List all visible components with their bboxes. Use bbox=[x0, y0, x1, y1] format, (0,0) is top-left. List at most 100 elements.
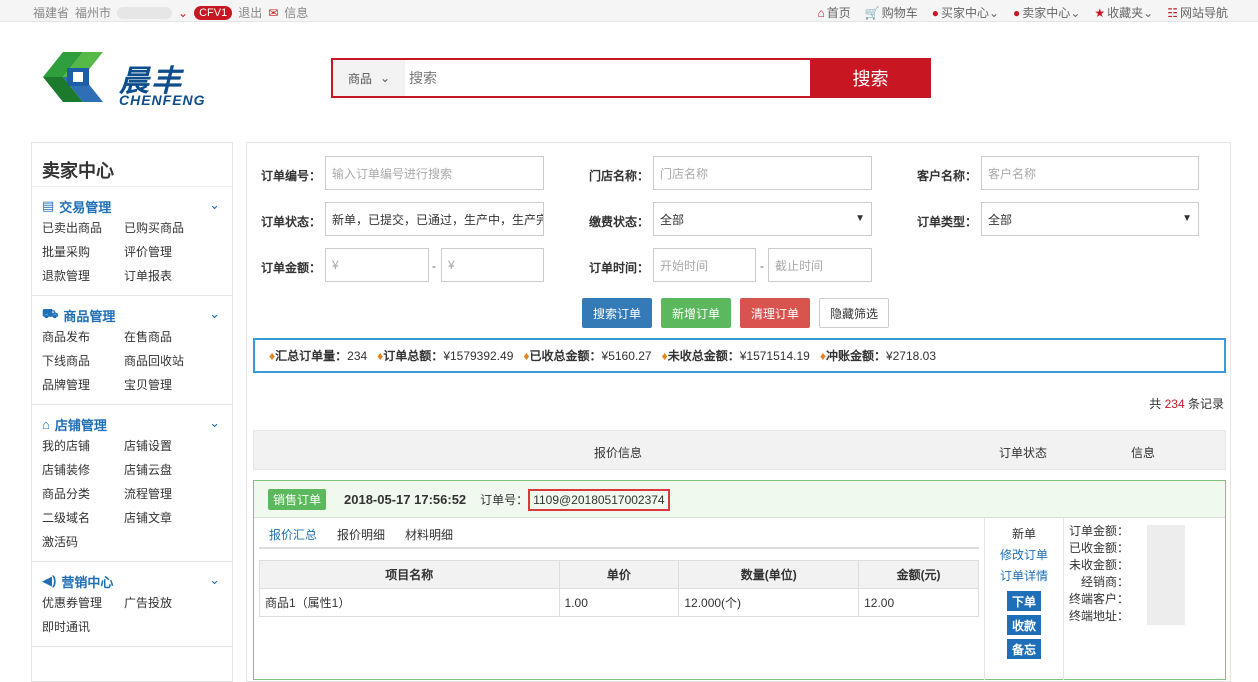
order-info: 订单金额： 已收金额： 未收金额： 经销商： 终端客户： 终端地址： bbox=[1069, 523, 1219, 625]
sidebar-group-title[interactable]: ⛟ 商品管理 ⌄ bbox=[42, 306, 232, 324]
sidebar: 卖家中心 ▤ 交易管理 ⌄ 已卖出商品 已购买商品 批量采购 评价管理 退款管理 订… bbox=[31, 142, 233, 682]
column-header: 单价 bbox=[558, 560, 680, 589]
sidebar-item[interactable]: 商品分类 bbox=[42, 485, 124, 503]
search-button[interactable]: 搜索 bbox=[810, 58, 931, 98]
info-label: 终端地址： bbox=[1069, 609, 1130, 623]
sidebar-item[interactable]: 广告投放 bbox=[124, 594, 206, 612]
logo-mark-icon bbox=[43, 52, 103, 102]
info-label: 未收金额： bbox=[1069, 558, 1130, 572]
sidebar-group-title[interactable]: ▤ 交易管理 ⌄ bbox=[42, 197, 232, 215]
type-select[interactable]: 全部 ▼ bbox=[981, 202, 1199, 236]
user-icon: ● bbox=[1013, 6, 1021, 20]
search-order-button[interactable]: 搜索订单 bbox=[582, 298, 652, 328]
message-link[interactable]: 信息 bbox=[284, 4, 308, 21]
sidebar-item[interactable]: 二级域名 bbox=[42, 509, 124, 527]
sidebar-item[interactable]: 下线商品 bbox=[42, 352, 124, 370]
sidebar-item[interactable]: 评价管理 bbox=[124, 243, 206, 261]
logo[interactable]: 晨丰 CHENFENG bbox=[33, 40, 233, 115]
amount-max-input[interactable]: ¥ bbox=[441, 248, 544, 282]
sidebar-item[interactable]: 订单报表 bbox=[124, 267, 206, 285]
sidebar-item[interactable]: 退款管理 bbox=[42, 267, 124, 285]
chevron-down-icon[interactable]: ⌄ bbox=[178, 6, 188, 20]
time-start-input[interactable]: 开始时间 bbox=[653, 248, 756, 282]
sidebar-group-marketing: ◀) 营销中心 ⌄ 优惠券管理 广告投放 即时通讯 bbox=[32, 562, 232, 647]
sidebar-item[interactable]: 我的店铺 bbox=[42, 437, 124, 455]
sidebar-item[interactable]: 在售商品 bbox=[124, 328, 206, 346]
pay-status-select[interactable]: 全部 ▼ bbox=[653, 202, 872, 236]
search-input[interactable] bbox=[405, 60, 810, 96]
order-detail-link[interactable]: 订单详情 bbox=[1000, 566, 1048, 587]
range-dash: - bbox=[760, 259, 764, 273]
order-no-input[interactable]: 输入订单编号进行搜索 bbox=[325, 156, 544, 190]
sidebar-item[interactable]: 店铺云盘 bbox=[124, 461, 206, 479]
order-number-value: 1109@20180517002374 bbox=[528, 488, 670, 511]
sidebar-group-title[interactable]: ⌂ 店铺管理 ⌄ bbox=[42, 415, 232, 433]
table-row: 商品1（属性1） 1.00 12.000(个) 12.00 bbox=[259, 588, 979, 617]
sidebar-item[interactable]: 品牌管理 bbox=[42, 376, 124, 394]
username-blur bbox=[117, 6, 173, 19]
sidebar-item[interactable]: 宝贝管理 bbox=[124, 376, 206, 394]
nav-favorites[interactable]: ★ 收藏夹⌄ bbox=[1094, 4, 1153, 21]
logout-link[interactable]: 退出 bbox=[238, 4, 262, 21]
search-category-select[interactable]: 商品 ⌄ bbox=[333, 60, 405, 96]
sidebar-group-store: ⌂ 店铺管理 ⌄ 我的店铺 店铺设置 店铺装修 店铺云盘 商品分类 流程管理 二级域… bbox=[32, 405, 232, 562]
memo-button[interactable]: 备忘 bbox=[1007, 639, 1041, 659]
collect-payment-button[interactable]: 收款 bbox=[1007, 615, 1041, 635]
sidebar-item[interactable]: 激活码 bbox=[42, 533, 124, 551]
main-panel: 订单编号： 输入订单编号进行搜索 门店名称： 门店名称 客户名称： 客户名称 订… bbox=[246, 142, 1231, 682]
speaker-icon: ◀) bbox=[42, 573, 57, 588]
add-order-button[interactable]: 新增订单 bbox=[661, 298, 731, 328]
home-icon: ⌂ bbox=[42, 416, 50, 432]
amount-min-input[interactable]: ¥ bbox=[325, 248, 429, 282]
truck-icon: ⛟ bbox=[42, 306, 59, 321]
edit-order-link[interactable]: 修改订单 bbox=[1000, 545, 1048, 566]
hide-filter-button[interactable]: 隐藏筛选 bbox=[819, 298, 889, 328]
sidebar-item[interactable]: 流程管理 bbox=[124, 485, 206, 503]
sidebar-item[interactable]: 批量采购 bbox=[42, 243, 124, 261]
summary-item: ♦冲账金额：¥2718.03 bbox=[819, 349, 937, 363]
tab-quote-detail[interactable]: 报价明细 bbox=[337, 525, 385, 547]
redacted-values bbox=[1147, 525, 1185, 625]
nav-cart[interactable]: 🛒 购物车 bbox=[865, 4, 918, 21]
sidebar-item[interactable]: 店铺设置 bbox=[124, 437, 206, 455]
list-icon: ▤ bbox=[42, 198, 55, 213]
place-order-button[interactable]: 下单 bbox=[1007, 591, 1041, 611]
status-select[interactable]: 新单，已提交，已通过，生产中，生产完 bbox=[325, 202, 544, 236]
tab-quote-summary[interactable]: 报价汇总 bbox=[269, 525, 317, 547]
nav-home[interactable]: ⌂ 首页 bbox=[817, 4, 850, 21]
header-order-status: 订单状态 bbox=[999, 446, 1048, 460]
sidebar-item[interactable]: 优惠券管理 bbox=[42, 594, 124, 612]
sidebar-item[interactable]: 已卖出商品 bbox=[42, 219, 124, 237]
info-label: 已收金额： bbox=[1069, 541, 1130, 555]
sidebar-item[interactable]: 商品发布 bbox=[42, 328, 124, 346]
province-label[interactable]: 福建省 bbox=[33, 4, 69, 21]
customer-input[interactable]: 客户名称 bbox=[981, 156, 1199, 190]
amount-label: 订单金额： bbox=[261, 261, 322, 275]
top-bar: 福建省 福州市 ⌄ CFV1 退出 ✉ 信息 ⌂ 首页 🛒 购物车 ● 买家中心⌄ ●… bbox=[0, 0, 1258, 22]
order-status: 新单 bbox=[1011, 527, 1036, 541]
order-header: 销售订单 2018-05-17 17:56:52 订单号： 1109@201805… bbox=[254, 481, 1225, 518]
sidebar-item[interactable]: 商品回收站 bbox=[124, 352, 206, 370]
chevron-down-icon: ⌄ bbox=[209, 415, 220, 430]
tab-material-detail[interactable]: 材料明细 bbox=[405, 525, 453, 547]
sidebar-item[interactable]: 店铺装修 bbox=[42, 461, 124, 479]
sidebar-group-title[interactable]: ◀) 营销中心 ⌄ bbox=[42, 572, 232, 590]
clear-order-button[interactable]: 清理订单 bbox=[740, 298, 810, 328]
nav-seller-center[interactable]: ● 卖家中心⌄ bbox=[1013, 4, 1080, 21]
chevron-down-icon: ⌄ bbox=[209, 197, 220, 212]
header-quote-info: 报价信息 bbox=[594, 446, 643, 460]
sidebar-item[interactable]: 已购买商品 bbox=[124, 219, 206, 237]
time-end-input[interactable]: 截止时间 bbox=[768, 248, 872, 282]
sidebar-item[interactable]: 店铺文章 bbox=[124, 509, 206, 527]
order-type-badge: 销售订单 bbox=[268, 488, 327, 510]
nav-buyer-center[interactable]: ● 买家中心⌄ bbox=[932, 4, 999, 21]
summary-item: ♦汇总订单量：234 bbox=[269, 349, 368, 363]
column-header: 数量(单位) bbox=[678, 560, 860, 589]
city-label[interactable]: 福州市 bbox=[75, 4, 111, 21]
store-input[interactable]: 门店名称 bbox=[653, 156, 872, 190]
nav-site-map[interactable]: ☷ 网站导航 bbox=[1167, 4, 1228, 21]
pay-status-label: 缴费状态： bbox=[589, 215, 650, 229]
info-label: 经销商： bbox=[1081, 575, 1130, 589]
caret-down-icon: ▼ bbox=[1182, 213, 1192, 224]
sidebar-item[interactable]: 即时通讯 bbox=[42, 618, 124, 636]
